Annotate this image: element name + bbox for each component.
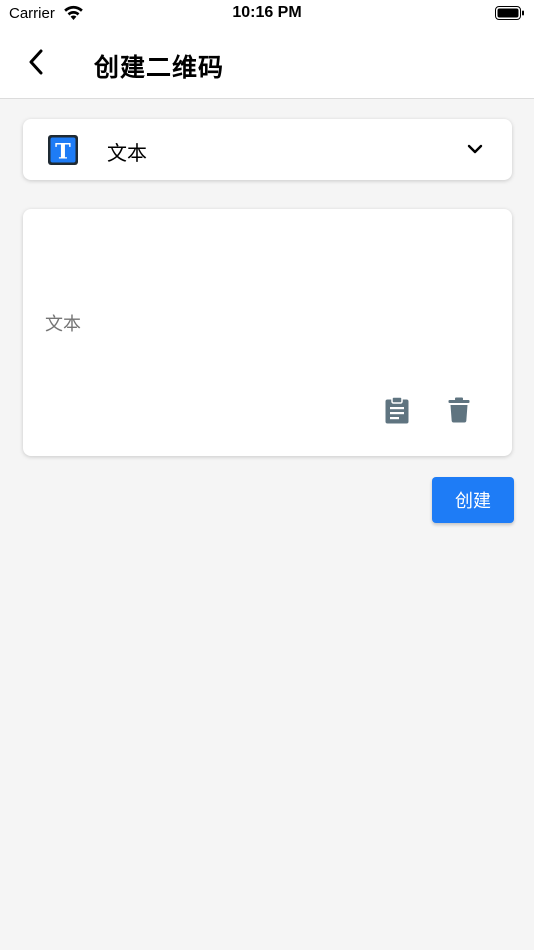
create-button[interactable]: 创建	[432, 477, 514, 523]
status-bar: Carrier 10:16 PM	[0, 0, 534, 28]
page-title: 创建二维码	[94, 53, 225, 82]
battery-icon	[495, 6, 524, 20]
text-input-card	[23, 209, 512, 456]
text-type-letter: T	[55, 139, 71, 164]
clock: 10:16 PM	[232, 4, 302, 21]
paste-button[interactable]	[381, 394, 413, 426]
clipboard-icon	[385, 396, 409, 424]
delete-button[interactable]	[443, 394, 475, 426]
text-type-icon: T	[48, 135, 78, 165]
trash-icon	[448, 397, 470, 423]
navigation-bar: 创建二维码	[0, 28, 534, 99]
type-selector-dropdown[interactable]: T 文本	[23, 119, 512, 180]
back-button[interactable]	[18, 44, 54, 80]
chevron-left-icon	[29, 49, 43, 75]
selected-type-label: 文本	[107, 141, 147, 165]
text-input[interactable]	[45, 309, 485, 339]
chevron-down-icon	[467, 144, 483, 154]
screen: Carrier 10:16 PM 创建二维码 T 文本 文本 创建	[0, 0, 534, 950]
